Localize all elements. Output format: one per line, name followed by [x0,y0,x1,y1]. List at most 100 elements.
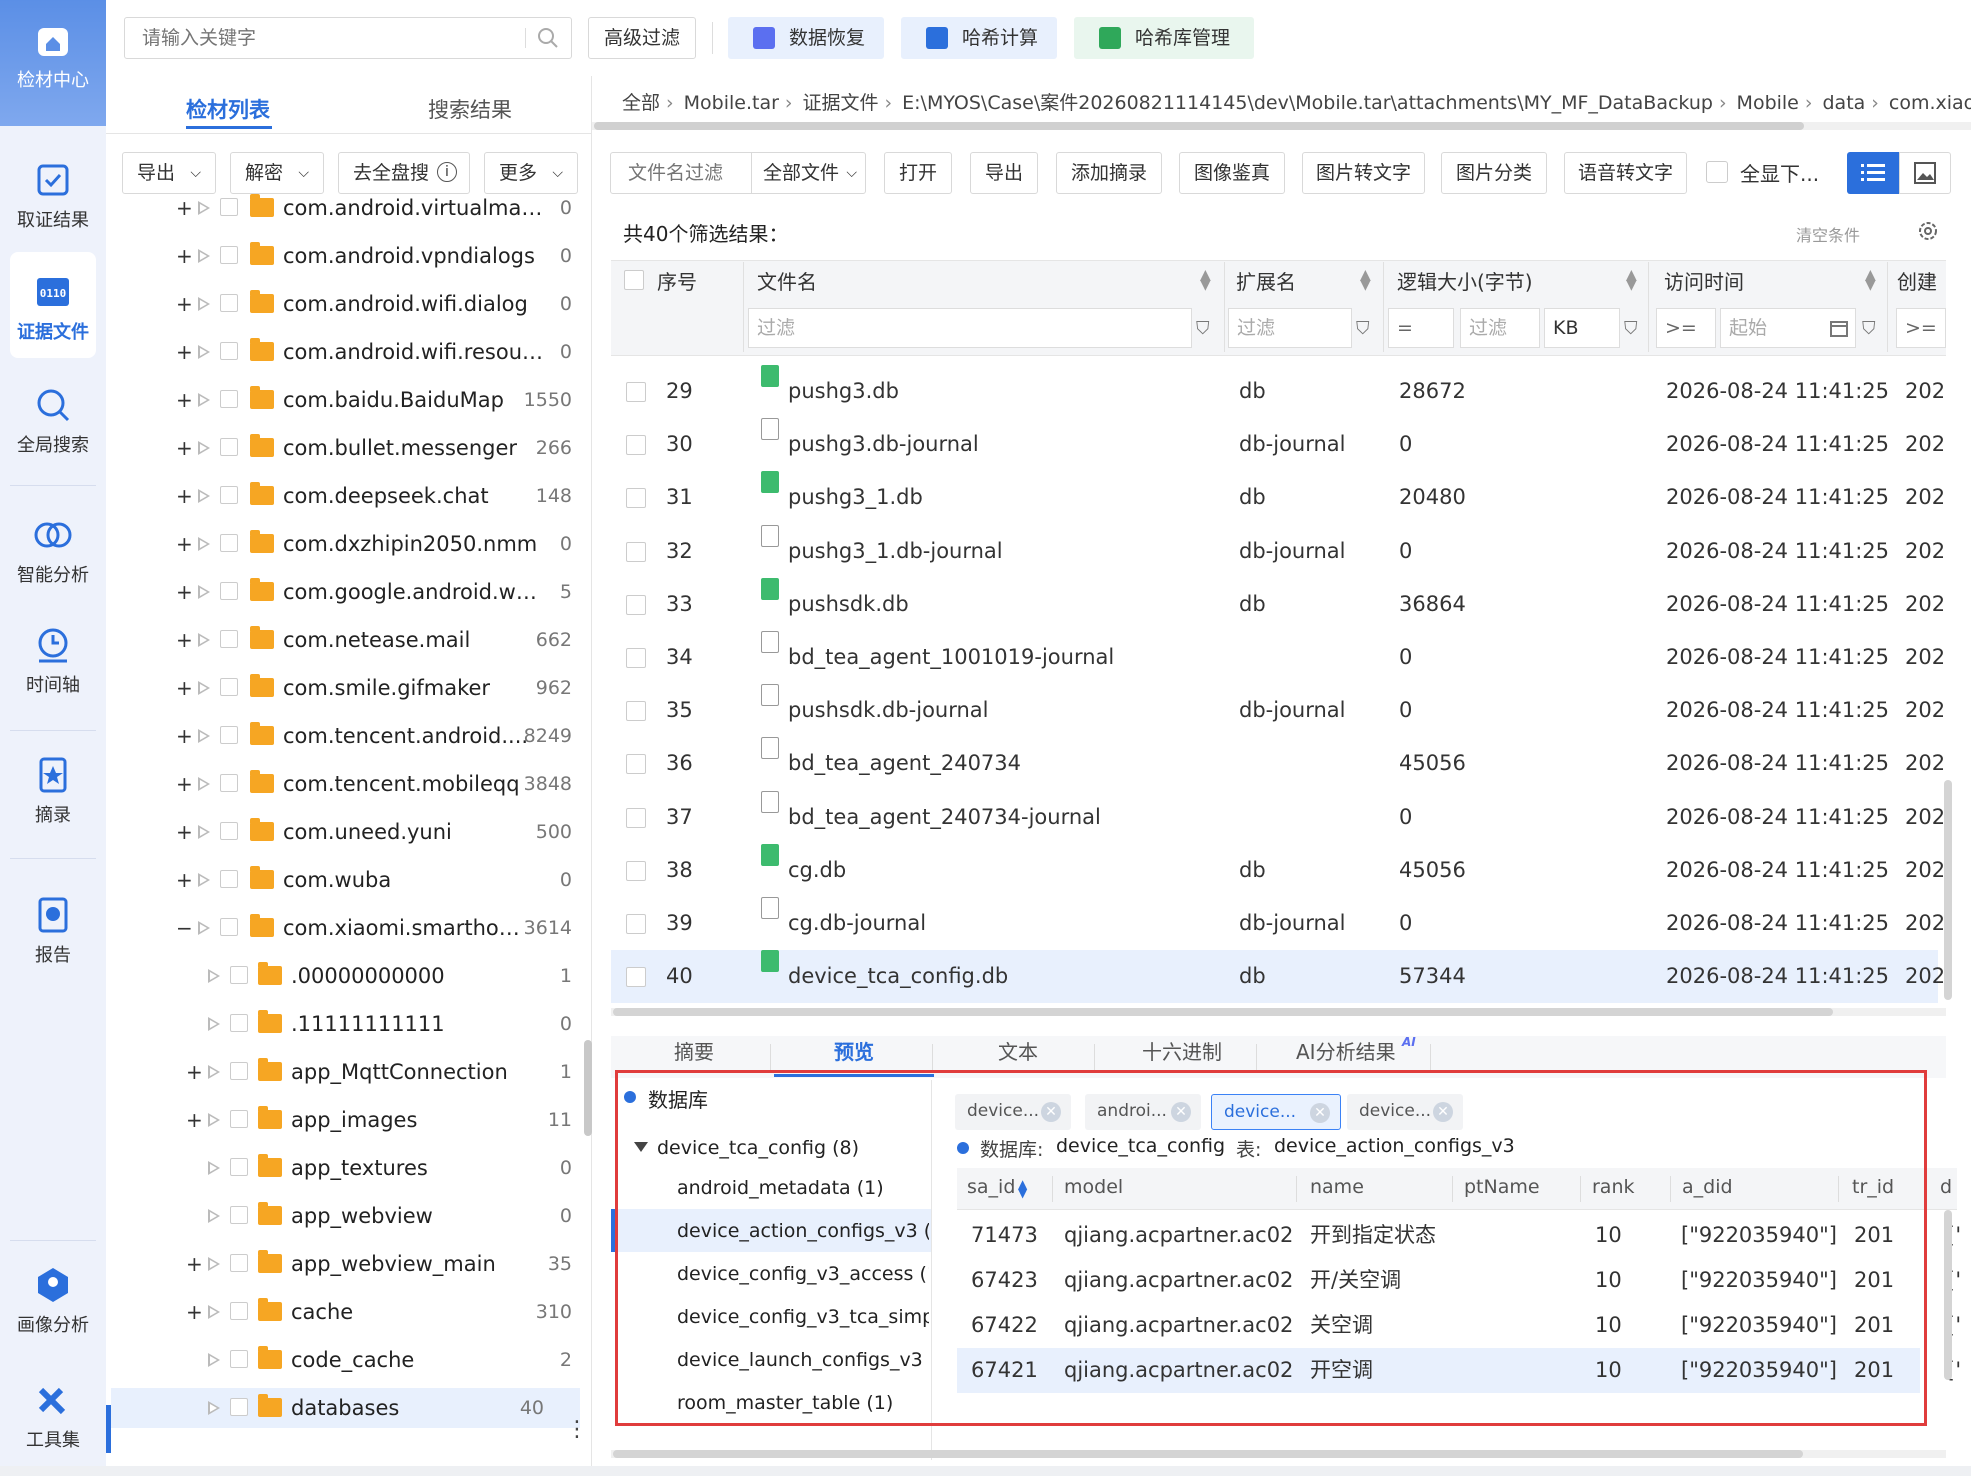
col-header-size[interactable]: 逻辑大小(字节) [1397,262,1533,302]
tree-item[interactable]: + com.smile.gifmaker 962 [170,668,580,708]
filename-filter-input[interactable] [612,154,752,192]
sort-icon[interactable]: ▲ ▼ [1200,268,1211,292]
row-checkbox[interactable] [626,488,646,509]
tree-scrollbar[interactable] [584,1040,592,1136]
tree-checkbox[interactable] [220,342,238,360]
db-table-item[interactable]: room_master_table (1) [677,1392,929,1414]
table-row[interactable]: 67421 qjiang.acpartner.ac02 开空调 10 ["9220359… [957,1348,1961,1393]
row-checkbox[interactable] [626,807,646,828]
tree-checkbox[interactable] [220,870,238,888]
tree-item[interactable]: + com.bullet.messenger 266 [170,428,580,468]
tree-item[interactable]: + com.netease.mail 662 [170,620,580,660]
data-recovery-button[interactable]: 数据恢复 [728,17,884,59]
search-box[interactable] [124,17,572,59]
expand-icon[interactable]: + [176,812,193,852]
col-header-access-time[interactable]: 访问时间 [1664,262,1744,302]
table-row[interactable]: 67422 qjiang.acpartner.ac02 关空调 10 ["9220359… [957,1303,1961,1348]
grid-col-ptname[interactable]: ptName [1464,1176,1540,1198]
expand-icon[interactable]: + [176,428,193,468]
expand-icon[interactable]: + [176,764,193,804]
tree-checkbox[interactable] [220,294,238,312]
sort-icon[interactable]: ▲ ▼ [1626,268,1637,292]
export-button[interactable]: 导出 [970,152,1038,194]
nav-item-evidence-files[interactable]: 0110 证据文件 [10,252,96,358]
db-table-item[interactable]: device_config_v3_tca_simple [677,1306,929,1328]
tree-item[interactable]: + app_webview_main 35 [170,1244,580,1284]
tree-checkbox[interactable] [230,1110,248,1128]
col-header-no[interactable]: 序号 [657,262,697,302]
row-checkbox[interactable] [626,435,646,456]
grid-col-name[interactable]: name [1310,1176,1364,1198]
table-tab-chip[interactable]: androi... ✕ [1085,1094,1201,1130]
filter-icon[interactable]: ⛉ [1196,318,1210,339]
breadcrumb-item[interactable]: 全部 [622,92,660,114]
nav-item-sample-center[interactable]: 检材中心 [0,20,106,92]
col-header-ext[interactable]: 扩展名 [1236,262,1296,302]
grid-col-rank[interactable]: rank [1592,1176,1635,1198]
close-icon[interactable]: ✕ [1171,1102,1191,1122]
node-arrow-icon[interactable] [198,249,210,263]
tree-item[interactable]: code_cache 2 [170,1340,580,1380]
tree-checkbox[interactable] [220,726,238,744]
tree-item[interactable]: app_textures 0 [170,1148,580,1188]
tree-checkbox[interactable] [230,1206,248,1224]
sort-icon[interactable]: ▲ ▼ [1360,268,1371,292]
expand-icon[interactable]: + [176,332,193,372]
expand-icon[interactable]: + [176,620,193,660]
nav-item-smart-analysis[interactable]: 智能分析 [0,515,106,587]
node-arrow-icon[interactable] [208,1305,220,1319]
close-icon[interactable]: ✕ [1041,1102,1061,1122]
table-tab-chip-active[interactable]: device... ✕ [1211,1094,1341,1130]
nav-item-forensic-results[interactable]: 取证结果 [0,160,106,232]
breadcrumb-item[interactable]: com.xiaom [1889,92,1971,114]
node-arrow-icon[interactable] [198,201,210,215]
tree-item[interactable]: .11111111111 0 [170,1004,580,1044]
node-arrow-icon[interactable] [198,537,210,551]
collapse-icon[interactable]: − [176,908,193,948]
all-files-select[interactable]: 全部文件 [763,153,839,193]
expand-icon[interactable]: + [176,284,193,324]
expand-icon[interactable]: + [186,1244,203,1284]
tree-checkbox[interactable] [230,1302,248,1320]
tree-item[interactable]: + com.baidu.BaiduMap 1550 [170,380,580,420]
table-tab-chip[interactable]: device... ✕ [955,1094,1071,1130]
expand-icon[interactable]: + [176,476,193,516]
row-checkbox[interactable] [626,541,646,562]
tree-checkbox[interactable] [230,1014,248,1032]
close-icon[interactable]: ✕ [1433,1102,1453,1122]
tab-ai-analysis[interactable]: AI分析结果 [1296,1036,1396,1065]
filter-icon[interactable]: ⛉ [1356,318,1370,339]
table-row[interactable]: 40 device_tca_config.db db 57344 2026-08-24 … [611,950,1945,1004]
img-to-text-button[interactable]: 图片转文字 [1302,152,1425,194]
tree-checkbox[interactable] [220,198,238,216]
grid-col-tr-id[interactable]: tr_id [1852,1176,1894,1198]
node-arrow-icon[interactable] [198,921,210,935]
hash-calc-button[interactable]: 哈希计算 [901,17,1057,59]
expand-icon[interactable]: + [186,1052,203,1092]
expand-icon[interactable]: + [186,1292,203,1332]
table-row[interactable]: 33 pushsdk.db db 36864 2026-08-24 11:41:25 20… [611,577,1945,631]
row-checkbox[interactable] [626,701,646,722]
tree-checkbox[interactable] [220,630,238,648]
grid-col-a-did[interactable]: a_did [1682,1176,1733,1198]
tree-item[interactable]: − com.xiaomi.smarthome 3614 [170,908,580,948]
node-arrow-icon[interactable] [198,873,210,887]
db-table-item[interactable]: device_config_v3_access (1) [677,1263,929,1285]
tree-checkbox[interactable] [220,774,238,792]
name-filter-input[interactable]: 过滤 [748,308,1192,348]
table-h-scrollbar[interactable] [613,1008,1833,1016]
search-input[interactable] [126,19,516,57]
tree-checkbox[interactable] [220,486,238,504]
node-arrow-icon[interactable] [208,1353,220,1367]
table-row[interactable]: 34 bd_tea_agent_1001019-journal 0 2026-08-2… [611,631,1945,684]
table-row[interactable]: 38 cg.db db 45056 2026-08-24 11:41:25 202 [611,843,1945,897]
advanced-filter-button[interactable]: 高级过滤 [588,17,696,59]
tree-checkbox[interactable] [230,1350,248,1368]
table-row[interactable]: 32 pushg3_1.db-journal db-journal 0 2026-08-… [611,524,1945,578]
table-row[interactable]: 36 bd_tea_agent_240734 45056 2026-08-24 11:… [611,737,1945,790]
tree-item[interactable]: + app_MqttConnection 1 [170,1052,580,1092]
expand-icon[interactable]: + [176,524,193,564]
nav-item-excerpt[interactable]: 摘录 [0,755,106,827]
nav-item-global-search[interactable]: 全局搜索 [0,385,106,457]
select-all-checkbox[interactable] [624,270,644,290]
